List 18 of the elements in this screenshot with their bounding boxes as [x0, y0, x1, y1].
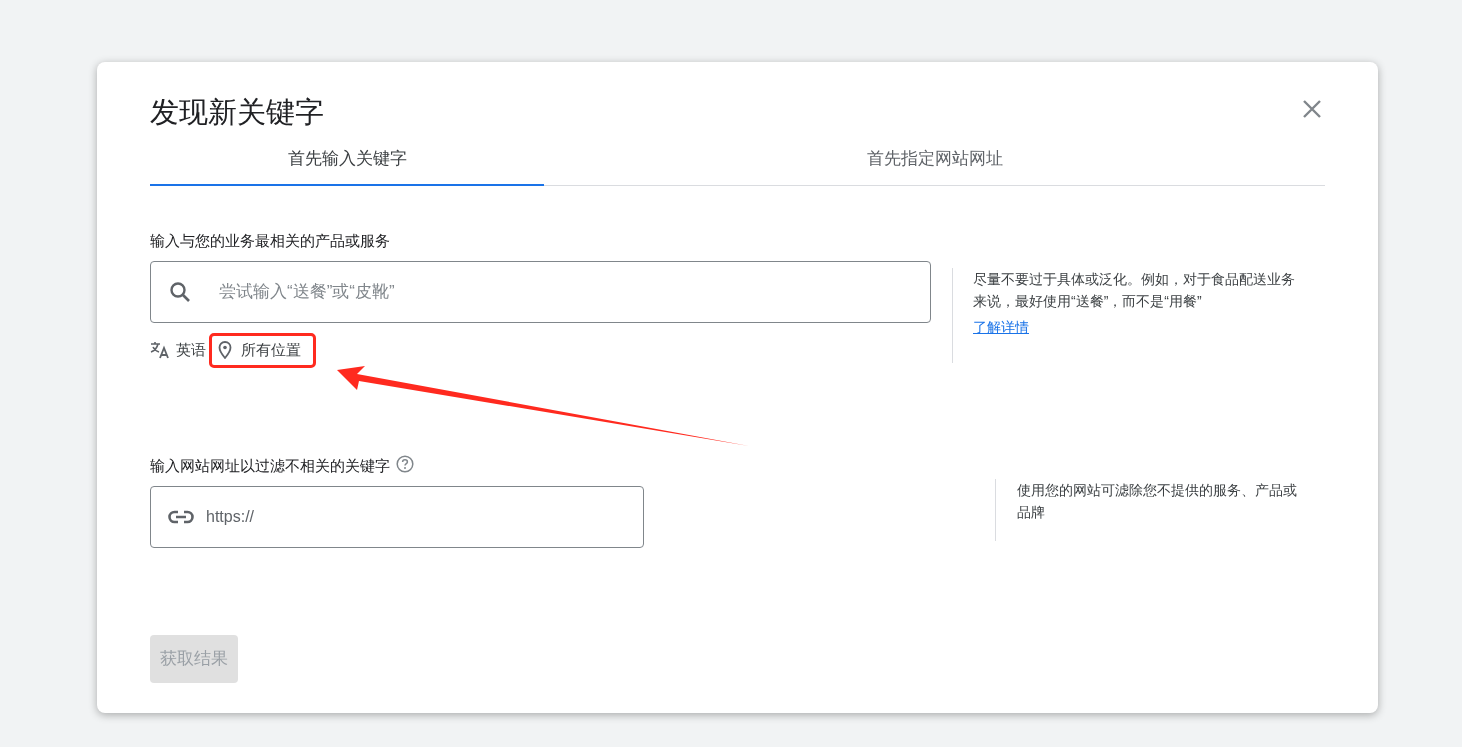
- search-icon: [168, 280, 192, 304]
- hint-text: 尽量不要过于具体或泛化。例如，对于食品配送业务来说，最好使用“送餐”，而不是“用餐”: [973, 270, 1295, 311]
- learn-more-link[interactable]: 了解详情: [973, 317, 1312, 338]
- field-label: 输入与您的业务最相关的产品或服务: [150, 231, 391, 251]
- help-icon[interactable]: [396, 454, 414, 473]
- website-url-field[interactable]: https://: [150, 485, 644, 548]
- translate-icon: [150, 341, 170, 360]
- search-field[interactable]: 尝试输入“送餐”或“皮靴”: [150, 261, 931, 323]
- tab[interactable]: 首先输入关键字: [150, 134, 544, 186]
- location-pin-icon: [218, 341, 232, 360]
- hint-text: 使用您的网站可滤除您不提供的服务、产品或品牌: [1017, 480, 1298, 522]
- field-label: 输入网站网址以过滤不相关的关键字: [150, 455, 390, 476]
- close-icon[interactable]: [1302, 99, 1322, 119]
- dialog-title: 发现新关键字: [150, 95, 324, 130]
- language-link[interactable]: 英语: [176, 339, 206, 362]
- location-link[interactable]: 所有位置: [212, 336, 313, 365]
- link-icon: [168, 509, 194, 524]
- tab[interactable]: 首先指定网站网址: [544, 134, 1325, 186]
